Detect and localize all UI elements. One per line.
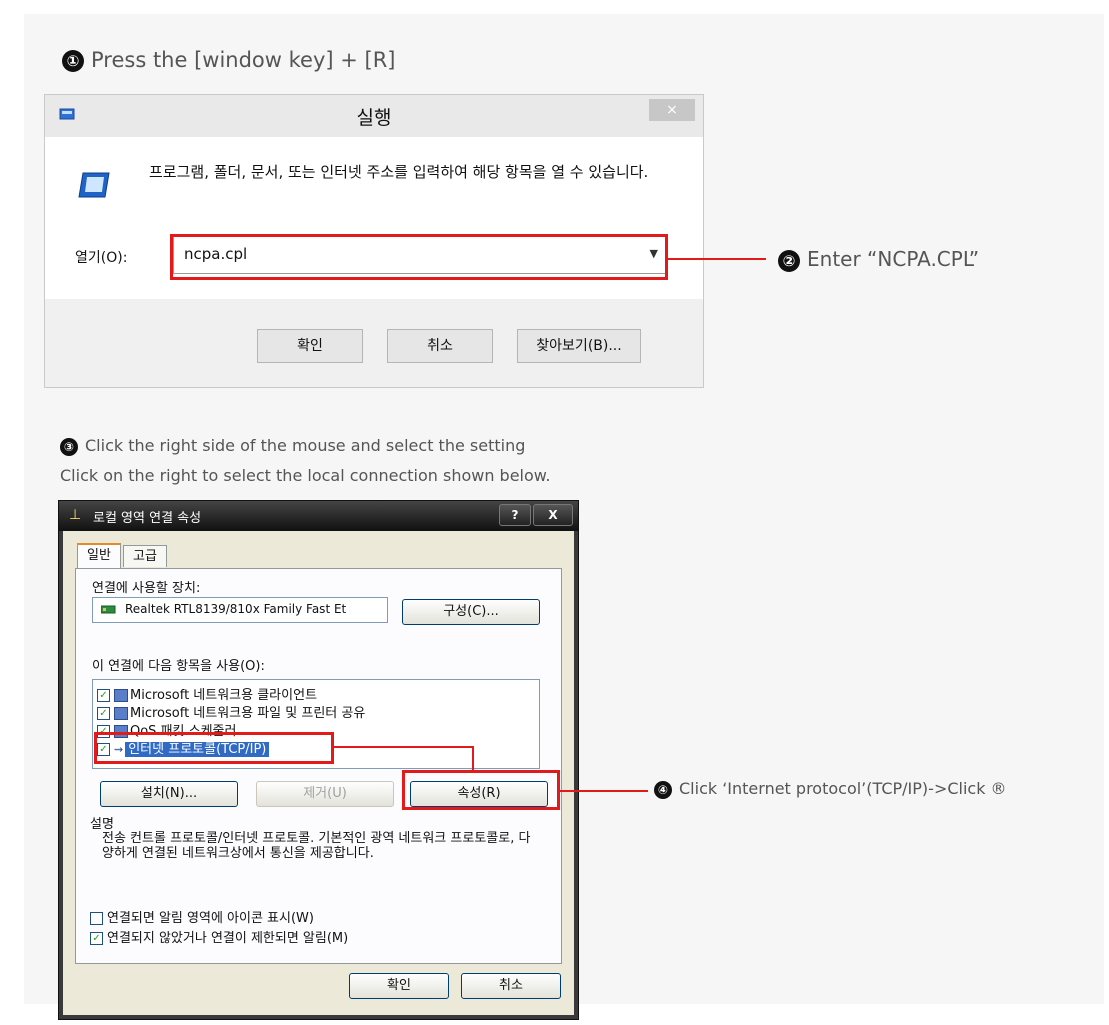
run-open-label: 열기(O):: [75, 250, 128, 266]
props-cancel-button[interactable]: 취소: [461, 973, 561, 999]
list-item-label: Microsoft 네트워크용 파일 및 프린터 공유: [130, 706, 366, 721]
step2-highlight-box: [170, 234, 668, 280]
run-description: 프로그램, 폴더, 문서, 또는 인터넷 주소를 입력하여 해당 항목을 열 수…: [149, 163, 649, 181]
show-icon-label: 연결되면 알림 영역에 아이콘 표시(W): [107, 911, 314, 926]
run-titlebar: 실행 ×: [45, 95, 703, 137]
run-browse-button[interactable]: 찾아보기(B)...: [517, 329, 641, 363]
network-client-icon: [114, 689, 128, 702]
step2-text: Enter “NCPA.CPL”: [807, 247, 980, 271]
step3-badge: ③: [60, 437, 78, 456]
description-label: 설명: [90, 817, 114, 832]
device-field: Realtek RTL8139/810x Family Fast Et: [92, 597, 388, 623]
properties-highlight-box: [402, 770, 560, 810]
tab-general[interactable]: 일반: [77, 543, 121, 569]
network-adapter-icon: [101, 605, 116, 614]
tcpip-connector-horizontal: [334, 746, 474, 748]
props-ok-button[interactable]: 확인: [349, 973, 449, 999]
file-sharing-icon: [114, 707, 128, 720]
run-program-icon: [78, 172, 110, 198]
notify-option[interactable]: ✓ 연결되지 않았거나 연결이 제한되면 알림(M): [90, 927, 348, 946]
step1-text: Press the [window key] + [R]: [91, 48, 396, 72]
step3-caption-line1: ③ Click the right side of the mouse and s…: [60, 436, 525, 456]
notify-label: 연결되지 않았거나 연결이 제한되면 알림(M): [107, 931, 349, 946]
step1-badge: ①: [62, 50, 84, 72]
tab-advanced[interactable]: 고급: [123, 545, 167, 567]
step1-caption: ① Press the [window key] + [R]: [62, 48, 396, 72]
step4-badge: ④: [654, 780, 672, 799]
show-icon-option[interactable]: ✓ 연결되면 알림 영역에 아이콘 표시(W): [90, 907, 314, 926]
step4-connector-line: [560, 790, 648, 792]
step3-caption-line2: Click on the right to select the local c…: [60, 466, 551, 485]
connect-using-label: 연결에 사용할 장치:: [92, 581, 201, 596]
run-title: 실행: [356, 107, 392, 129]
checkbox-checked-icon[interactable]: ✓: [97, 707, 110, 720]
run-ok-button[interactable]: 확인: [257, 329, 363, 363]
tcpip-highlight-box: [94, 732, 334, 764]
list-item[interactable]: ✓ Microsoft 네트워크용 클라이언트: [97, 684, 318, 703]
step2-badge: ②: [778, 249, 800, 272]
run-close-button[interactable]: ×: [649, 99, 695, 121]
network-connection-icon: ⊥: [69, 507, 82, 523]
checkbox-checked-icon[interactable]: ✓: [90, 932, 103, 945]
configure-button[interactable]: 구성(C)...: [402, 599, 540, 625]
checkbox-unchecked-icon[interactable]: ✓: [90, 912, 103, 925]
install-button[interactable]: 설치(N)...: [100, 781, 238, 807]
items-label: 이 연결에 다음 항목을 사용(O):: [92, 659, 265, 674]
step2-caption: ② Enter “NCPA.CPL”: [778, 247, 979, 272]
step3-text-line1: Click the right side of the mouse and se…: [85, 436, 526, 455]
close-button[interactable]: X: [533, 504, 573, 526]
checkbox-checked-icon[interactable]: ✓: [97, 689, 110, 702]
general-tab-panel: 연결에 사용할 장치: Realtek RTL8139/810x Family …: [75, 568, 562, 964]
list-item-label: Microsoft 네트워크용 클라이언트: [130, 688, 318, 703]
tcpip-connector-vertical: [472, 746, 474, 772]
step2-connector-line: [668, 258, 766, 260]
props-titlebar: ⊥ 로컬 영역 연결 속성 ? X: [59, 501, 578, 531]
run-cancel-button[interactable]: 취소: [387, 329, 493, 363]
uninstall-button[interactable]: 제거(U): [256, 781, 394, 807]
list-item[interactable]: ✓ Microsoft 네트워크용 파일 및 프린터 공유: [97, 702, 366, 721]
help-button[interactable]: ?: [499, 504, 531, 526]
component-description: 전송 컨트롤 프로토콜/인터넷 프로토콜. 기본적인 광역 네트워크 프로토콜로…: [102, 831, 531, 861]
props-title: 로컬 영역 연결 속성: [93, 511, 202, 526]
device-name: Realtek RTL8139/810x Family Fast Et: [125, 602, 347, 616]
step4-caption: ④ Click ‘Internet protocol’(TCP/IP)->Clic…: [654, 779, 1007, 799]
step4-text: Click ‘Internet protocol’(TCP/IP)->Click…: [679, 779, 1007, 798]
